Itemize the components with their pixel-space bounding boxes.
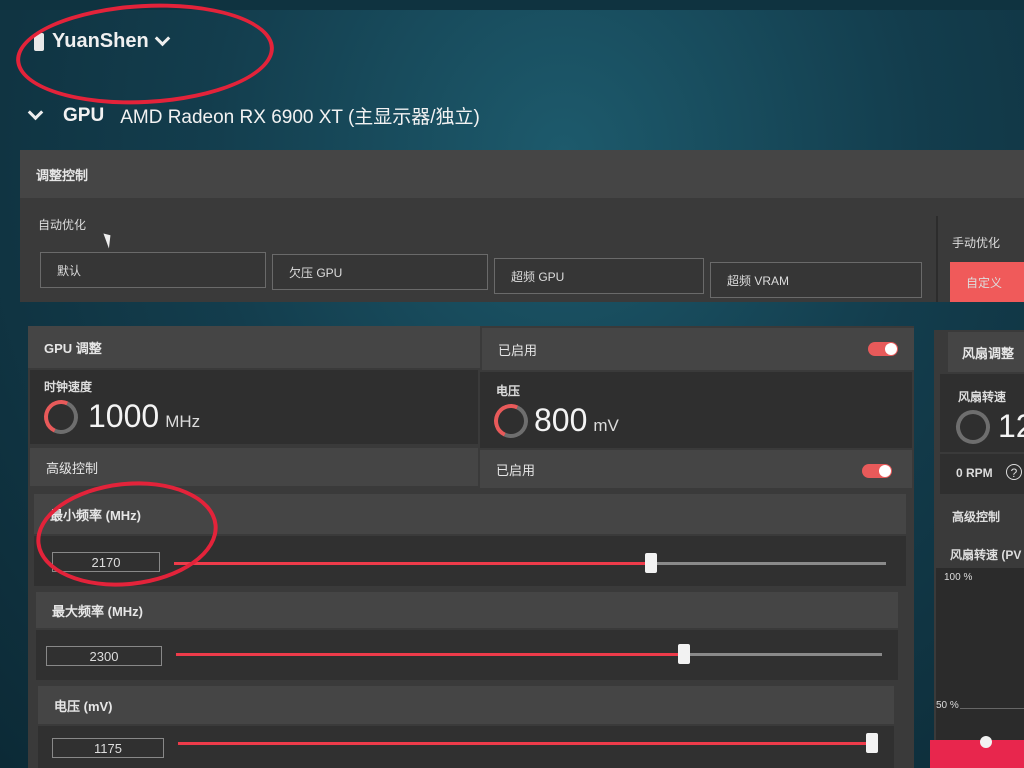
custom-button[interactable]: 自定义 [950,262,1024,302]
tuning-control-header: 调整控制 [20,150,1024,198]
max-frequency-slider[interactable] [176,644,882,664]
gpu-selector[interactable]: GPU AMD Radeon RX 6900 XT (主显示器/独立) [27,102,480,129]
clock-speed-unit: MHz [165,412,201,431]
min-frequency-fill [174,562,652,565]
tuning-control-title: 调整控制 [36,167,89,183]
clock-speed-readout: 1000 MHz [88,398,200,435]
fan-pwm-label: 风扇转速 (PV [950,548,1022,562]
overclock-vram-button[interactable]: 超频 VRAM [710,262,922,298]
fan-speed-label: 风扇转速 [958,390,1007,404]
fan-axis-50: 50 % [936,700,959,711]
voltage-fill [178,742,872,745]
min-frequency-thumb[interactable] [645,553,658,573]
max-frequency-thumb[interactable] [678,644,691,664]
default-button[interactable]: 默认 [40,252,266,288]
gpu-tuning-toggle[interactable] [868,342,898,356]
gpu-name: AMD Radeon RX 6900 XT (主显示器/独立) [120,107,480,128]
advanced-enabled-row: 已启用 [480,450,912,488]
clock-speed-value: 1000 [88,398,160,434]
advanced-control-label: 高级控制 [46,460,99,476]
voltage-slider-label: 电压 (mV) [54,698,113,714]
fan-axis-100: 100 % [944,572,973,583]
max-frequency-label: 最大频率 (MHz) [52,603,143,619]
voltage-readout: 800 mV [534,402,619,439]
voltage-unit: mV [593,416,619,435]
voltage-slider-row [38,726,894,768]
gpu-tuning-enabled-text: 已启用 [498,342,538,358]
gpu-tuning-header: GPU 调整 [28,326,480,368]
voltage-label: 电压 [496,384,521,398]
max-frequency-label-row: 最大频率 (MHz) [36,592,898,628]
gpu-tuning-enabled-row: 已启用 [482,328,914,370]
voltage-slider-label-row: 电压 (mV) [38,686,894,724]
voltage-slider[interactable] [178,733,878,753]
voltage-thumb[interactable] [866,733,878,753]
fan-tuning-header: 风扇调整 [948,332,1024,372]
voltage-input[interactable]: 1175 [52,738,164,758]
undervolt-gpu-button[interactable]: 欠压 GPU [272,254,488,290]
advanced-control-toggle[interactable] [862,464,892,478]
chevron-down-icon [27,104,44,121]
manual-optimize-label: 手动优化 [952,236,1001,250]
fan-rpm-value: 0 RPM [956,466,993,480]
gpu-section-label: GPU [63,104,105,126]
fan-advanced-label: 高级控制 [952,510,1001,524]
advanced-control-header: 高级控制 [30,448,478,486]
advanced-enabled-text: 已启用 [496,462,536,478]
voltage-value: 800 [534,402,588,438]
fan-curve-point[interactable] [980,736,992,748]
fan-curve-area [930,740,1024,768]
max-frequency-input[interactable]: 2300 [46,646,162,666]
min-frequency-slider[interactable] [174,553,886,573]
divider [936,216,938,302]
fan-tuning-title: 风扇调整 [962,345,1015,361]
overclock-gpu-button[interactable]: 超频 GPU [494,258,704,294]
fan-speed-value: 12 [998,408,1024,444]
fan-gridline [960,708,1024,709]
max-frequency-fill [176,653,685,656]
auto-optimize-label: 自动优化 [38,218,87,232]
gpu-tuning-title: GPU 调整 [44,340,102,356]
help-icon[interactable]: ? [1006,464,1022,480]
clock-speed-label: 时钟速度 [44,380,93,394]
